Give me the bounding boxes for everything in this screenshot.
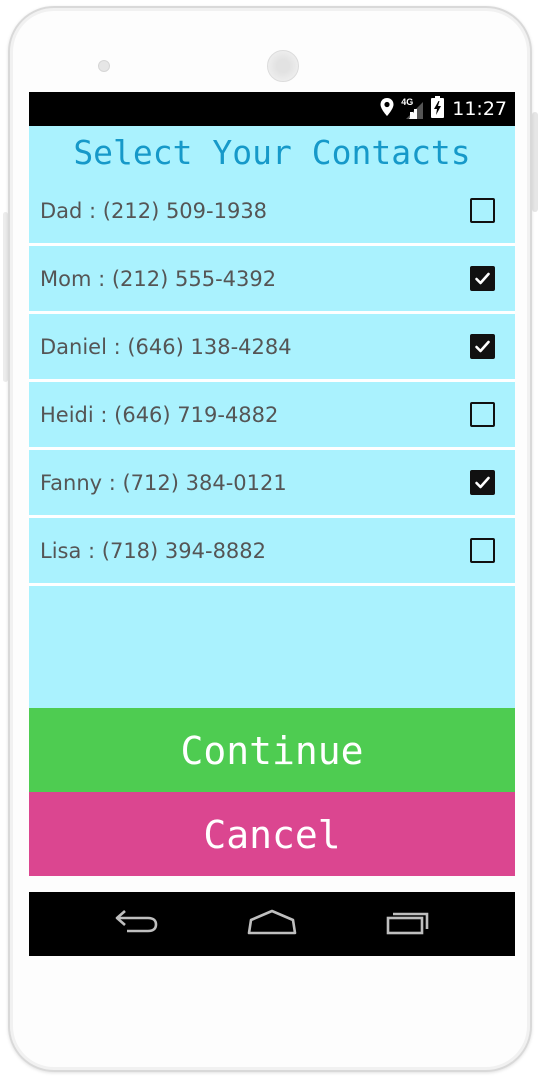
earpiece-speaker: [267, 50, 299, 82]
navigation-bar: [29, 892, 515, 956]
contact-checkbox[interactable]: [470, 402, 495, 427]
contact-checkbox[interactable]: [470, 266, 495, 291]
contact-label: Heidi : (646) 719-4882: [40, 402, 279, 427]
clock: 11:27: [452, 98, 507, 120]
home-button[interactable]: [227, 892, 317, 956]
checkmark-icon: [475, 340, 490, 353]
contact-row[interactable]: Dad : (212) 509-1938: [29, 178, 515, 246]
contact-label: Fanny : (712) 384-0121: [40, 470, 287, 495]
contact-row[interactable]: Mom : (212) 555-4392: [29, 246, 515, 314]
contact-row[interactable]: Lisa : (718) 394-8882: [29, 518, 515, 586]
back-button[interactable]: [91, 892, 181, 956]
recent-apps-button[interactable]: [363, 892, 453, 956]
power-button: [532, 112, 538, 212]
contact-label: Lisa : (718) 394-8882: [40, 538, 267, 563]
screen-gap: [29, 876, 515, 892]
checkmark-icon: [475, 272, 490, 285]
checkmark-icon: [475, 476, 490, 489]
contact-checkbox[interactable]: [470, 470, 495, 495]
contact-row[interactable]: Fanny : (712) 384-0121: [29, 450, 515, 518]
contact-checkbox[interactable]: [470, 538, 495, 563]
contact-checkbox[interactable]: [470, 198, 495, 223]
contact-label: Daniel : (646) 138-4284: [40, 334, 292, 359]
recent-apps-icon: [383, 907, 433, 942]
status-bar: 4G 11:27: [29, 92, 515, 126]
contact-row[interactable]: Heidi : (646) 719-4882: [29, 382, 515, 450]
contact-label: Mom : (212) 555-4392: [40, 266, 277, 291]
contact-checkbox[interactable]: [470, 334, 495, 359]
location-icon: [379, 97, 395, 122]
contact-list: Dad : (212) 509-1938 Mom : (212) 555-4392…: [29, 178, 515, 586]
battery-charging-icon: [431, 95, 445, 123]
app-screen: 4G 11:27 Select Your Contacts Dad : (212…: [29, 92, 515, 956]
continue-button[interactable]: Continue: [29, 708, 515, 792]
proximity-sensor: [98, 60, 110, 72]
status-icons: 4G 11:27: [379, 92, 507, 126]
back-icon: [112, 907, 160, 942]
contact-row[interactable]: Daniel : (646) 138-4284: [29, 314, 515, 382]
signal-icon: 4G: [401, 97, 425, 120]
home-icon: [246, 907, 298, 942]
contact-label: Dad : (212) 509-1938: [40, 198, 268, 223]
page-title: Select Your Contacts: [73, 133, 471, 172]
cancel-button[interactable]: Cancel: [29, 792, 515, 876]
